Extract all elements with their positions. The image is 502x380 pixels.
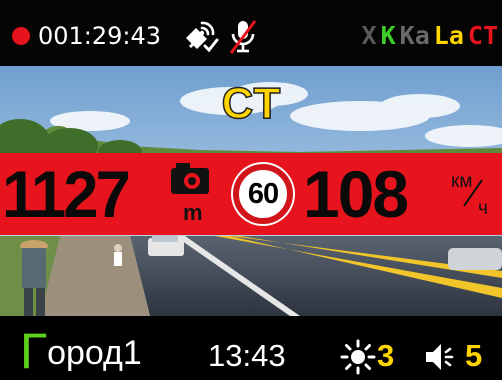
speed-unit-h: ч [478, 198, 488, 219]
gps-satellite-icon [186, 21, 219, 53]
band-x: X [361, 21, 377, 50]
volume-level: 5 [465, 338, 483, 373]
speed-limit-value: 60 [247, 178, 279, 210]
speed-camera-icon [171, 163, 209, 194]
alert-type-label: CT [221, 79, 281, 129]
band-la: La [433, 21, 464, 50]
band-ct: CT [467, 21, 498, 50]
mode-label-first-letter: Г [20, 323, 48, 379]
radar-band-list: X K Ka La CT [358, 20, 498, 52]
current-speed: 108 [303, 157, 409, 231]
distance-to-camera: 1127 [2, 157, 131, 231]
microphone-muted-icon [229, 20, 257, 54]
brightness-level: 3 [377, 338, 395, 373]
radar-detector-screen: 001:29:43 X K Ka La CT CT 1127 m 60 108 … [0, 0, 502, 380]
recording-indicator [12, 27, 30, 45]
band-ka: Ka [399, 21, 430, 50]
brightness-sun-icon [340, 339, 376, 375]
mode-label-rest: ород1 [47, 334, 142, 372]
mode-label: Город1 [20, 323, 142, 379]
band-k: K [380, 21, 396, 50]
clock: 13:43 [208, 338, 286, 373]
recording-time: 001:29:43 [38, 22, 162, 50]
distance-unit: m [183, 200, 203, 225]
speaker-volume-icon [426, 344, 454, 370]
